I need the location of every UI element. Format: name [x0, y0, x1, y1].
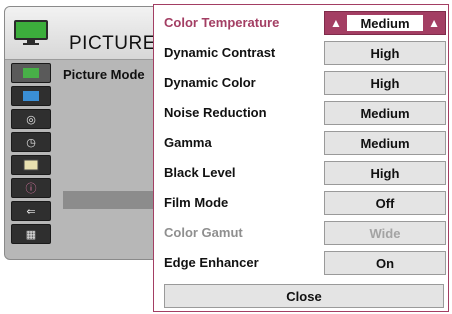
- tv-icon: [14, 20, 48, 45]
- setting-value-selector[interactable]: ▲ Medium ▲: [324, 11, 446, 35]
- setting-value: Wide: [324, 221, 446, 245]
- setting-label: Dynamic Color: [164, 75, 256, 90]
- setting-value[interactable]: Medium: [324, 131, 446, 155]
- menu-icon-column: ◎ ◷ ⓘ ⇐ ▦: [11, 63, 53, 247]
- arrow-right-icon[interactable]: ▲: [428, 16, 440, 30]
- picture-icon[interactable]: [11, 63, 51, 83]
- setting-label: Dynamic Contrast: [164, 45, 276, 60]
- screen-icon[interactable]: [11, 86, 51, 106]
- setting-label: Noise Reduction: [164, 105, 267, 120]
- setting-value[interactable]: High: [324, 41, 446, 65]
- audio-icon[interactable]: ◎: [11, 109, 51, 129]
- setting-row-gamma[interactable]: Gamma Medium: [154, 129, 448, 159]
- setting-row-edge-enhancer[interactable]: Edge Enhancer On: [154, 249, 448, 279]
- setting-value: Medium: [347, 15, 423, 31]
- info-icon[interactable]: ⓘ: [11, 178, 51, 198]
- setting-row-black-level[interactable]: Black Level High: [154, 159, 448, 189]
- setting-label: Black Level: [164, 165, 236, 180]
- options-icon[interactable]: [11, 155, 51, 175]
- setting-value[interactable]: On: [324, 251, 446, 275]
- setting-value[interactable]: High: [324, 71, 446, 95]
- time-icon[interactable]: ◷: [11, 132, 51, 152]
- media-icon[interactable]: ▦: [11, 224, 51, 244]
- setting-row-dynamic-color[interactable]: Dynamic Color High: [154, 69, 448, 99]
- setting-row-film-mode[interactable]: Film Mode Off: [154, 189, 448, 219]
- setting-value[interactable]: Medium: [324, 101, 446, 125]
- setting-row-color-temperature[interactable]: Color Temperature ▲ Medium ▲: [154, 9, 448, 39]
- setting-label: Edge Enhancer: [164, 255, 259, 270]
- setting-value[interactable]: High: [324, 161, 446, 185]
- picture-settings-submenu: Color Temperature ▲ Medium ▲ Dynamic Con…: [153, 4, 449, 312]
- setting-label: Color Temperature: [164, 15, 280, 30]
- input-icon[interactable]: ⇐: [11, 201, 51, 221]
- setting-label: Film Mode: [164, 195, 229, 210]
- arrow-left-icon[interactable]: ▲: [330, 16, 342, 30]
- picture-menu-title: PICTURE: [69, 33, 156, 54]
- setting-row-noise-reduction[interactable]: Noise Reduction Medium: [154, 99, 448, 129]
- picture-mode-item[interactable]: Picture Mode: [63, 67, 145, 82]
- setting-label: Gamma: [164, 135, 212, 150]
- setting-label: Color Gamut: [164, 225, 243, 240]
- setting-row-color-gamut: Color Gamut Wide: [154, 219, 448, 249]
- setting-value[interactable]: Off: [324, 191, 446, 215]
- close-button[interactable]: Close: [164, 284, 444, 308]
- setting-row-dynamic-contrast[interactable]: Dynamic Contrast High: [154, 39, 448, 69]
